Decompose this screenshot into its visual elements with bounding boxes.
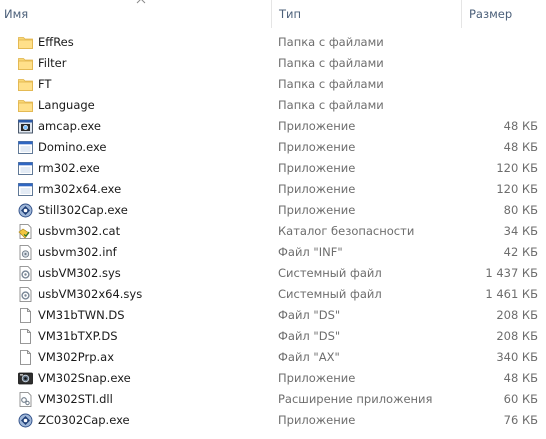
file-row[interactable]: Domino.exe Приложение 48 КБ xyxy=(0,137,546,158)
column-header-size[interactable]: Размер xyxy=(465,0,546,28)
file-size: 80 КБ xyxy=(503,203,538,217)
file-name: Domino.exe xyxy=(38,140,107,154)
capture-app-icon xyxy=(17,412,34,429)
file-type: Расширение приложения xyxy=(278,392,433,406)
file-name: usbVM302.sys xyxy=(38,266,121,280)
column-header-name[interactable]: Имя xyxy=(0,0,271,28)
file-size: 340 КБ xyxy=(496,350,538,364)
file-type: Приложение xyxy=(278,371,356,385)
file-name: Still302Cap.exe xyxy=(38,203,128,217)
file-type: Папка с файлами xyxy=(278,56,384,70)
system-file-icon xyxy=(17,286,34,303)
file-row[interactable]: usbVM302x64.sys Системный файл 1 461 КБ xyxy=(0,284,546,305)
file-name: usbVM302x64.sys xyxy=(38,287,143,301)
still-capture-icon xyxy=(17,202,34,219)
file-name: VM31bTXP.DS xyxy=(38,329,118,343)
file-name: usbvm302.inf xyxy=(38,245,117,259)
file-name: amcap.exe xyxy=(38,119,101,133)
window-app-icon xyxy=(17,139,34,156)
file-type: Папка с файлами xyxy=(278,35,384,49)
file-size: 34 КБ xyxy=(503,224,538,238)
file-type: Приложение xyxy=(278,161,356,175)
security-catalog-icon xyxy=(17,223,34,240)
file-size: 48 КБ xyxy=(503,371,538,385)
file-size: 208 КБ xyxy=(496,308,538,322)
window-app-icon xyxy=(17,181,34,198)
file-row[interactable]: Language Папка с файлами xyxy=(0,95,546,116)
file-type: Приложение xyxy=(278,140,356,154)
file-type: Каталог безопасности xyxy=(278,224,415,238)
file-name: VM302STI.dll xyxy=(38,392,113,406)
file-row[interactable]: FT Папка с файлами xyxy=(0,74,546,95)
file-row[interactable]: VM302Snap.exe Приложение 48 КБ xyxy=(0,368,546,389)
file-size: 42 КБ xyxy=(503,245,538,259)
blank-file-icon xyxy=(17,349,34,366)
file-row[interactable]: Filter Папка с файлами xyxy=(0,53,546,74)
file-type: Системный файл xyxy=(278,266,382,280)
blank-file-icon xyxy=(17,307,34,324)
file-type: Приложение xyxy=(278,182,356,196)
file-name: VM302Prp.ax xyxy=(38,350,115,364)
folder-icon xyxy=(17,76,34,93)
file-row[interactable]: amcap.exe Приложение 48 КБ xyxy=(0,116,546,137)
blank-file-icon xyxy=(17,328,34,345)
file-type: Файл "DS" xyxy=(278,329,341,343)
folder-icon xyxy=(17,34,34,51)
file-row[interactable]: usbvm302.inf Файл "INF" 42 КБ xyxy=(0,242,546,263)
window-app-icon xyxy=(17,160,34,177)
file-size: 60 КБ xyxy=(503,392,538,406)
file-size: 76 КБ xyxy=(503,413,538,427)
file-name: Language xyxy=(38,98,95,112)
file-type: Файл "AX" xyxy=(278,350,340,364)
column-header-type[interactable]: Тип xyxy=(275,0,461,28)
file-type: Папка с файлами xyxy=(278,98,384,112)
file-row[interactable]: VM302Prp.ax Файл "AX" 340 КБ xyxy=(0,347,546,368)
file-type: Приложение xyxy=(278,413,356,427)
file-type: Системный файл xyxy=(278,287,382,301)
column-header-bar: Имя Тип Размер xyxy=(0,0,546,28)
file-name: VM302Snap.exe xyxy=(38,371,131,385)
file-row[interactable]: VM31bTWN.DS Файл "DS" 208 КБ xyxy=(0,305,546,326)
file-row[interactable]: Still302Cap.exe Приложение 80 КБ xyxy=(0,200,546,221)
file-name: usbvm302.cat xyxy=(38,224,121,238)
setup-info-icon xyxy=(17,244,34,261)
file-size: 48 КБ xyxy=(503,140,538,154)
file-type: Файл "DS" xyxy=(278,308,341,322)
file-name: rm302x64.exe xyxy=(38,182,122,196)
file-row[interactable]: rm302.exe Приложение 120 КБ xyxy=(0,158,546,179)
file-size: 120 КБ xyxy=(496,182,538,196)
file-type: Файл "INF" xyxy=(278,245,343,259)
file-name: rm302.exe xyxy=(38,161,100,175)
file-row[interactable]: ZC0302Cap.exe Приложение 76 КБ xyxy=(0,410,546,431)
file-type: Папка с файлами xyxy=(278,77,384,91)
file-row[interactable]: EffRes Папка с файлами xyxy=(0,32,546,53)
file-size: 120 КБ xyxy=(496,161,538,175)
file-row[interactable]: rm302x64.exe Приложение 120 КБ xyxy=(0,179,546,200)
file-row[interactable]: usbVM302.sys Системный файл 1 437 КБ xyxy=(0,263,546,284)
camera-app-icon xyxy=(17,118,34,135)
file-row[interactable]: usbvm302.cat Каталог безопасности 34 КБ xyxy=(0,221,546,242)
file-name: EffRes xyxy=(38,35,74,49)
file-row[interactable]: VM31bTXP.DS Файл "DS" 208 КБ xyxy=(0,326,546,347)
system-file-icon xyxy=(17,265,34,282)
file-row[interactable]: VM302STI.dll Расширение приложения 60 КБ xyxy=(0,389,546,410)
file-name: ZC0302Cap.exe xyxy=(38,413,130,427)
file-name: FT xyxy=(38,77,52,91)
folder-icon xyxy=(17,97,34,114)
file-type: Приложение xyxy=(278,203,356,217)
folder-icon xyxy=(17,55,34,72)
file-size: 1 461 КБ xyxy=(485,287,538,301)
column-divider[interactable] xyxy=(271,0,272,28)
column-divider[interactable] xyxy=(461,0,462,28)
file-name: VM31bTWN.DS xyxy=(38,308,125,322)
file-name: Filter xyxy=(38,56,67,70)
file-type: Приложение xyxy=(278,119,356,133)
snap-app-icon xyxy=(17,370,34,387)
file-size: 1 437 КБ xyxy=(485,266,538,280)
file-size: 48 КБ xyxy=(503,119,538,133)
file-size: 208 КБ xyxy=(496,329,538,343)
dll-file-icon xyxy=(17,391,34,408)
